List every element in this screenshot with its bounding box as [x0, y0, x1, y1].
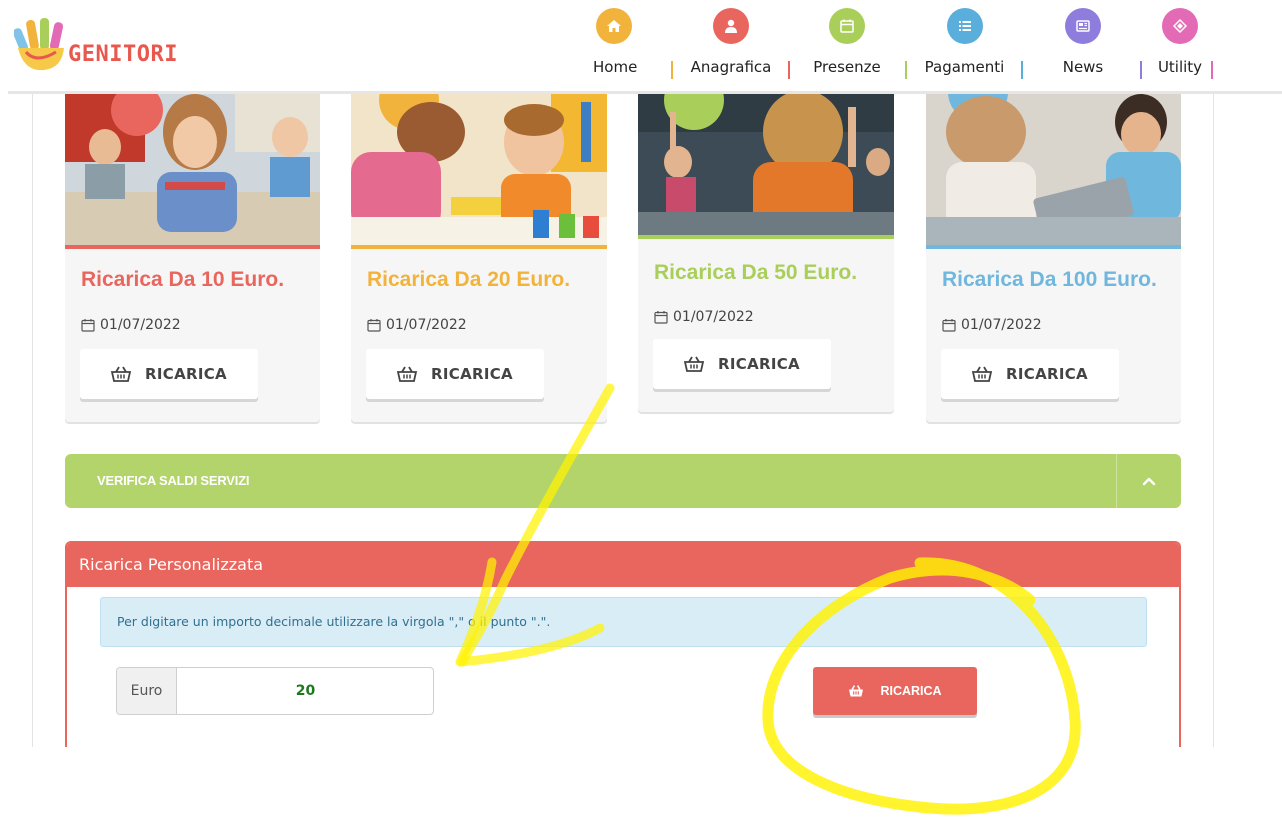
nav-label-anagrafica: Anagrafica: [690, 58, 772, 76]
card-date-text: 01/07/2022: [386, 317, 467, 333]
nav-separator: [671, 61, 673, 79]
nav-separator: [1211, 61, 1213, 79]
basket-icon: [684, 356, 705, 372]
nav-anagrafica[interactable]: Anagrafica: [688, 8, 774, 86]
ricarica-personalizzata-panel: Ricarica Personalizzata Per digitare un …: [65, 541, 1181, 747]
list-icon: [946, 8, 983, 44]
page: GENITORI Home Anagrafica Presenze Pagame…: [0, 0, 1282, 819]
logo[interactable]: GENITORI: [14, 18, 214, 74]
nav-label-home: Home: [593, 58, 638, 76]
nav-utility[interactable]: Utility: [1156, 8, 1204, 86]
children-painting-image: [351, 92, 607, 245]
basket-icon: [972, 366, 993, 382]
card-date: 01/07/2022: [654, 309, 754, 325]
home-icon: [596, 8, 632, 44]
basket-icon: [397, 366, 418, 382]
card-color-bar: [351, 245, 607, 249]
nav-label-news: News: [1062, 58, 1104, 76]
nav-label-pagamenti: Pagamenti: [924, 58, 1005, 76]
card-title: Ricarica Da 100 Euro.: [942, 268, 1157, 291]
verifica-saldi-panel-header[interactable]: VERIFICA SALDI SERVIZI: [65, 454, 1181, 508]
basket-icon: [111, 366, 132, 382]
nav-presenze[interactable]: Presenze: [811, 8, 883, 86]
card-date-text: 01/07/2022: [961, 317, 1042, 333]
nav-news[interactable]: News: [1060, 8, 1106, 86]
custom-recharge-label: RICARICA: [880, 684, 942, 698]
recharge-button-label: RICARICA: [431, 365, 513, 383]
card-date: 01/07/2022: [367, 317, 467, 333]
recharge-button-label: RICARICA: [1006, 365, 1088, 383]
share-icon: [1162, 8, 1198, 44]
currency-addon: Euro: [117, 668, 177, 714]
card-date-text: 01/07/2022: [673, 309, 754, 325]
classroom-raised-hands-image: [638, 92, 894, 235]
card-photo: [351, 92, 607, 245]
recharge-card-100: Ricarica Da 100 Euro. 01/07/2022 RICARIC…: [926, 92, 1181, 422]
tablet-learning-image: [926, 92, 1181, 245]
card-date: 01/07/2022: [942, 317, 1042, 333]
recharge-50-button[interactable]: RICARICA: [653, 339, 831, 389]
recharge-button-label: RICARICA: [718, 355, 800, 373]
recharge-10-button[interactable]: RICARICA: [80, 349, 258, 399]
calendar-icon: [942, 319, 956, 332]
card-photo: [638, 92, 894, 235]
amount-input[interactable]: 20: [178, 668, 433, 714]
card-color-bar: [638, 235, 894, 239]
card-photo: [926, 92, 1181, 245]
nav-label-utility: Utility: [1157, 58, 1203, 76]
card-title: Ricarica Da 20 Euro.: [367, 268, 571, 291]
basket-icon: [849, 685, 864, 697]
card-color-bar: [926, 245, 1181, 249]
info-alert: Per digitare un importo decimale utilizz…: [100, 597, 1147, 647]
content-border-left: [32, 92, 33, 747]
header-divider: [8, 91, 1282, 94]
verifica-saldi-label: VERIFICA SALDI SERVIZI: [97, 473, 250, 488]
nav-home[interactable]: Home: [593, 8, 638, 86]
recharge-100-button[interactable]: RICARICA: [941, 349, 1119, 399]
calendar-icon: [829, 8, 865, 44]
card-title: Ricarica Da 50 Euro.: [654, 261, 858, 284]
nav-separator: [1140, 61, 1142, 79]
card-title: Ricarica Da 10 Euro.: [81, 268, 285, 291]
collapse-toggle-button[interactable]: [1117, 454, 1181, 508]
recharge-card-10: Ricarica Da 10 Euro. 01/07/2022 RICARICA: [65, 92, 320, 422]
nav-pagamenti[interactable]: Pagamenti: [922, 8, 1007, 86]
recharge-card-50: Ricarica Da 50 Euro. 01/07/2022 RICARICA: [638, 92, 894, 412]
recharge-card-20: Ricarica Da 20 Euro. 01/07/2022 RICARICA: [351, 92, 607, 422]
top-header: GENITORI Home Anagrafica Presenze Pagame…: [0, 0, 1282, 94]
card-date: 01/07/2022: [81, 317, 181, 333]
recharge-button-label: RICARICA: [145, 365, 227, 383]
newspaper-icon: [1065, 8, 1101, 44]
calendar-icon: [654, 311, 668, 324]
card-color-bar: [65, 245, 320, 249]
panel-header: Ricarica Personalizzata: [67, 543, 1179, 587]
panel-title: Ricarica Personalizzata: [79, 555, 264, 574]
card-date-text: 01/07/2022: [100, 317, 181, 333]
user-icon: [713, 8, 749, 44]
content-border-right: [1213, 92, 1214, 747]
calendar-icon: [81, 319, 95, 332]
custom-recharge-button[interactable]: RICARICA: [813, 667, 977, 715]
chevron-up-icon: [1142, 477, 1156, 486]
classroom-photo-image: [65, 92, 320, 245]
info-alert-text: Per digitare un importo decimale utilizz…: [117, 614, 551, 629]
card-photo: [65, 92, 320, 245]
recharge-20-button[interactable]: RICARICA: [366, 349, 544, 399]
logo-text: GENITORI: [68, 42, 178, 67]
calendar-icon: [367, 319, 381, 332]
nav-separator: [905, 61, 907, 79]
logo-hand-icon: [14, 18, 64, 71]
nav-separator: [1021, 61, 1023, 79]
amount-input-group: Euro 20: [116, 667, 434, 715]
nav-label-presenze: Presenze: [813, 58, 881, 76]
nav-separator: [788, 61, 790, 79]
